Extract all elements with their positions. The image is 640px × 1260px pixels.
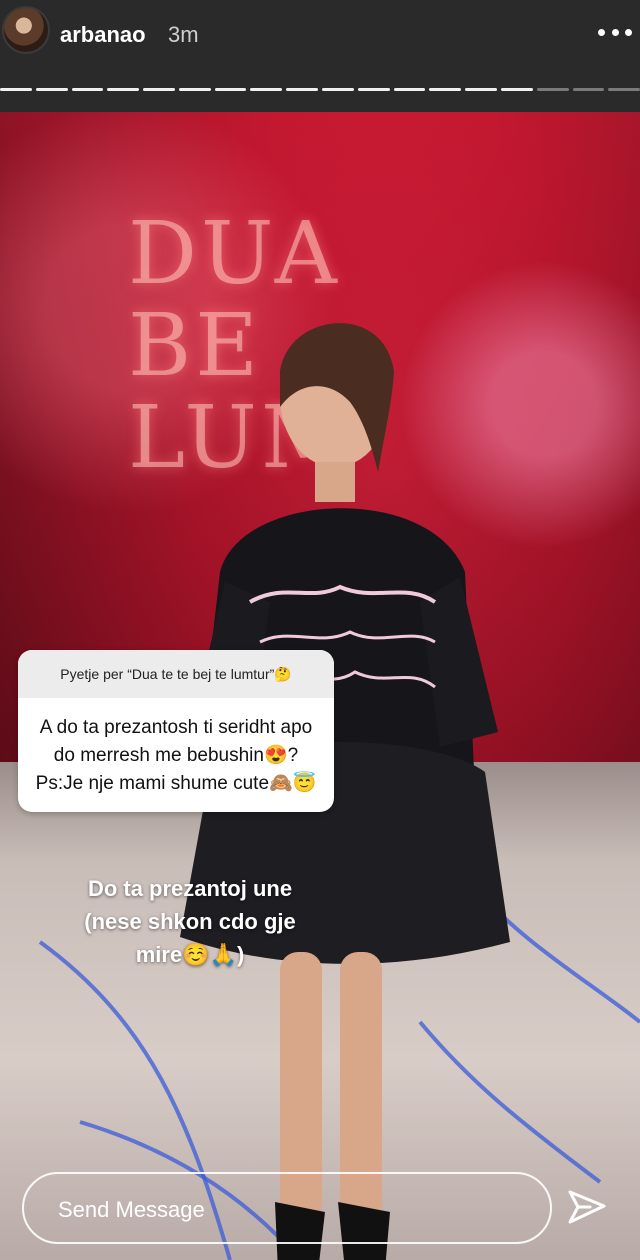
paper-plane-icon[interactable]: [566, 1186, 608, 1228]
more-horizontal-icon[interactable]: [598, 22, 632, 42]
more-dot: [598, 28, 605, 36]
story-progress-segment: [35, 88, 68, 91]
question-line: Ps:Je nje mami shume cute🙈😇: [35, 773, 317, 794]
question-sticker-body: A do ta prezantosh ti seridht apo do mer…: [18, 698, 334, 798]
story-progress-segment: [429, 88, 462, 91]
answer-line: mire☺️🙏): [135, 942, 245, 967]
story-progress-segment: [0, 88, 32, 91]
story-progress-segment: [465, 88, 497, 91]
story-progress-segment: [286, 88, 319, 91]
send-message-input[interactable]: [56, 1192, 500, 1228]
story-header: arbanao 3m: [0, 0, 640, 112]
story-progress-segment: [393, 88, 426, 91]
story-progress-segment: [357, 88, 390, 91]
send-message-box[interactable]: [22, 1172, 552, 1244]
question-line: do merresh me bebushin😍?: [53, 745, 299, 766]
story-progress-segment: [214, 88, 247, 91]
story-progress-segment: [107, 88, 140, 91]
story-answer-text: Do ta prezantoj une (nese shkon cdo gje …: [60, 872, 320, 971]
answer-line: Do ta prezantoj une: [87, 876, 293, 901]
story-time: 3m: [168, 22, 199, 47]
story-progress-segment: [500, 88, 533, 91]
story-progress: [0, 88, 640, 94]
story-progress-segment: [536, 88, 569, 91]
story-progress-segment: [322, 88, 354, 91]
question-sticker-header: Pyetje per “Dua te te bej te lumtur”🤔: [18, 650, 334, 698]
story-progress-segment: [608, 88, 640, 91]
question-line: A do ta prezantosh ti seridht apo: [39, 717, 313, 738]
answer-line: (nese shkon cdo gje: [84, 909, 296, 934]
story-progress-segment: [71, 88, 104, 91]
story-progress-segment: [178, 88, 211, 91]
question-sticker: Pyetje per “Dua te te bej te lumtur”🤔 A …: [18, 650, 334, 812]
more-dot: [625, 28, 632, 36]
avatar[interactable]: [2, 6, 50, 54]
story-progress-segment: [572, 88, 605, 91]
story-progress-segment: [143, 88, 175, 91]
story-progress-segment: [250, 88, 283, 91]
more-dot: [611, 28, 619, 36]
username[interactable]: arbanao: [60, 22, 146, 48]
